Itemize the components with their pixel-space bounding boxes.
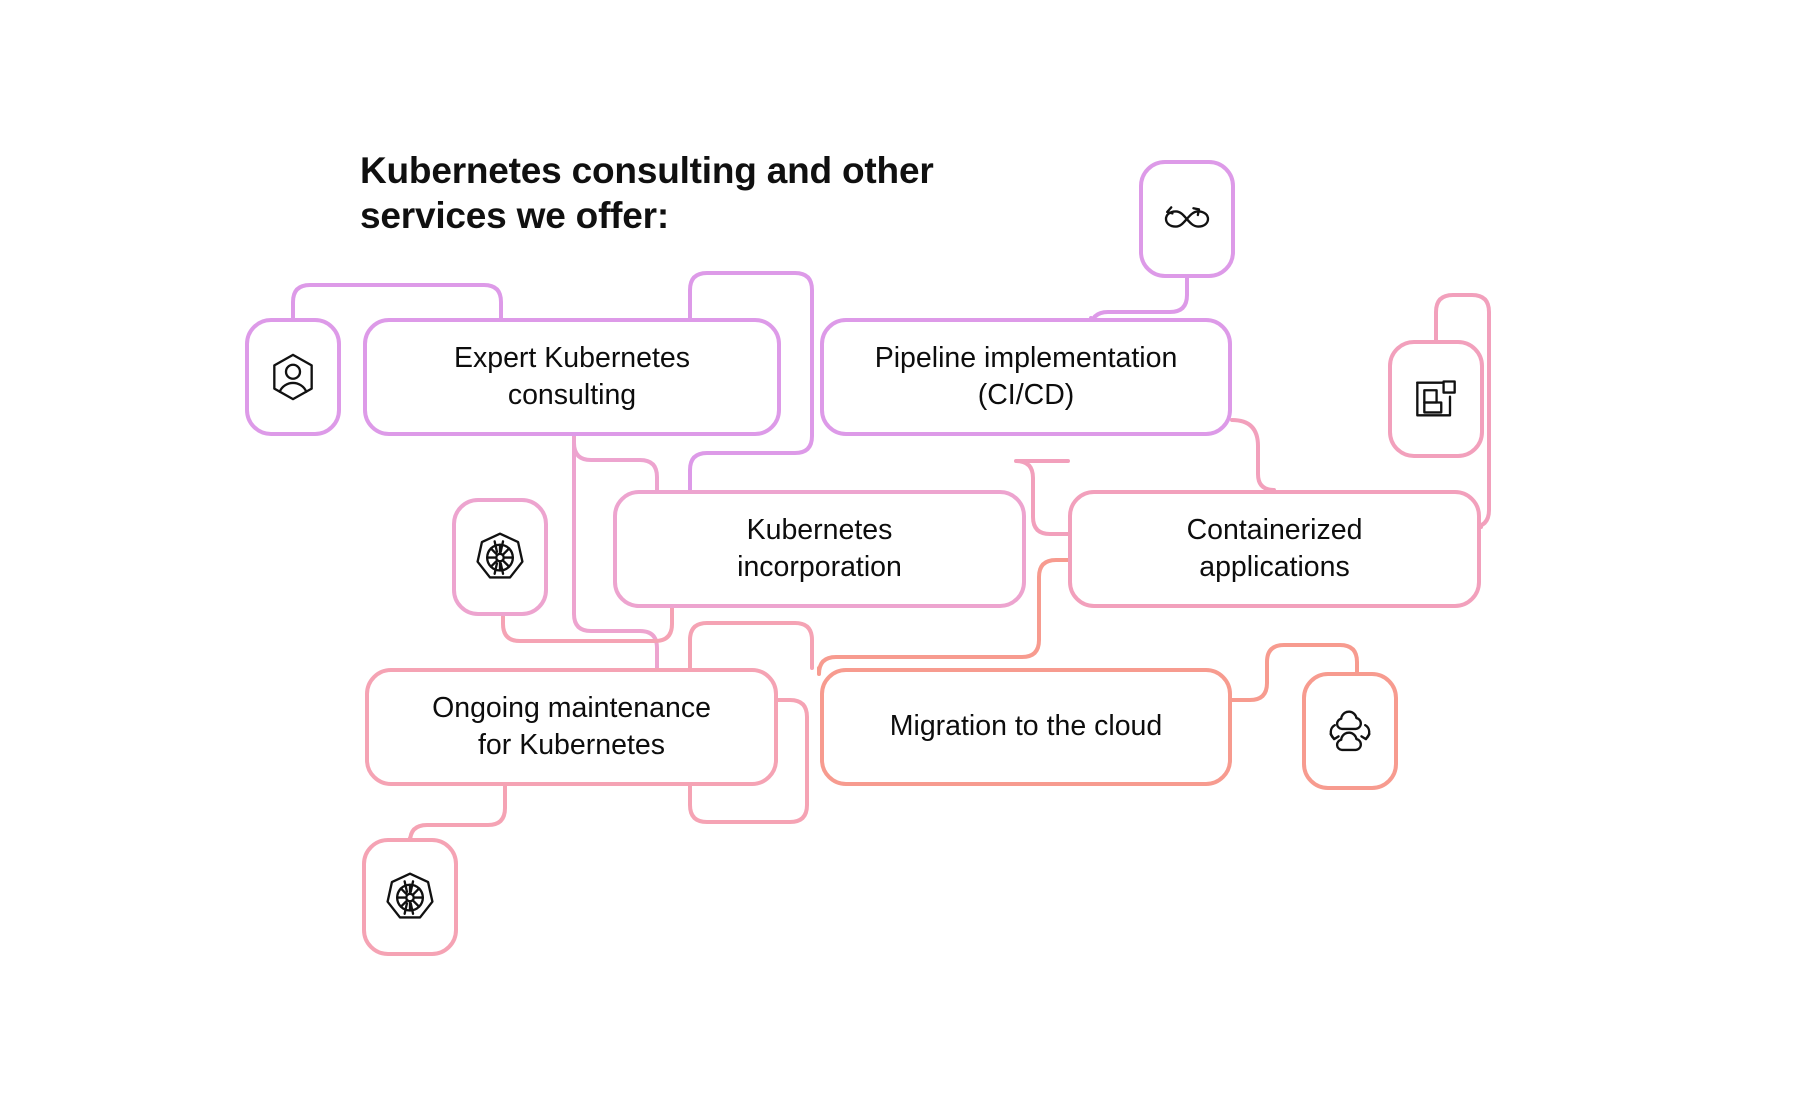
connector-consulting-bottom-to-incorporation bbox=[572, 434, 659, 492]
cloud-migration-icon bbox=[1322, 703, 1378, 759]
service-card-label: Migration to the cloud bbox=[889, 710, 1163, 743]
icon-badge-apps-badge[interactable] bbox=[1388, 340, 1484, 458]
service-card-pipeline-cicd[interactable]: Pipeline implementation (CI/CD) bbox=[820, 318, 1232, 436]
service-card-expert-consulting[interactable]: Expert Kubernetes consulting bbox=[363, 318, 781, 436]
icon-badge-cloud-badge[interactable] bbox=[1302, 672, 1398, 790]
service-card-label: Expert Kubernetes consulting bbox=[453, 341, 691, 411]
service-card-label: Containerized applications bbox=[1186, 513, 1363, 583]
connector-maintenance-to-k8s-badge bbox=[408, 784, 507, 844]
diagram-canvas: Kubernetes consulting and other services… bbox=[0, 0, 1797, 1104]
service-card-containerized-applications[interactable]: Containerized applications bbox=[1068, 490, 1481, 608]
person-hexagon-icon bbox=[265, 349, 321, 405]
kubernetes-wheel-icon bbox=[382, 869, 438, 925]
connector-person-to-consulting bbox=[291, 283, 503, 320]
page-title: Kubernetes consulting and other services… bbox=[360, 150, 934, 237]
service-card-label: Pipeline implementation (CI/CD) bbox=[874, 341, 1178, 411]
service-card-label: Kubernetes incorporation bbox=[737, 513, 902, 583]
icon-badge-person-badge[interactable] bbox=[245, 318, 341, 436]
connector-pipeline-right-to-containerized bbox=[1230, 418, 1276, 492]
service-card-label: Ongoing maintenance for Kubernetes bbox=[432, 691, 711, 761]
app-grid-icon bbox=[1408, 371, 1464, 427]
kubernetes-wheel-icon bbox=[472, 529, 528, 585]
service-card-migration-to-cloud[interactable]: Migration to the cloud bbox=[820, 668, 1232, 786]
service-card-ongoing-maintenance[interactable]: Ongoing maintenance for Kubernetes bbox=[365, 668, 778, 786]
icon-badge-kubernetes-badge-bottom[interactable] bbox=[362, 838, 458, 956]
icon-badge-kubernetes-badge-top[interactable] bbox=[452, 498, 548, 616]
service-card-kubernetes-incorporation[interactable]: Kubernetes incorporation bbox=[613, 490, 1026, 608]
infinity-loop-icon bbox=[1159, 191, 1215, 247]
icon-badge-cicd-badge[interactable] bbox=[1139, 160, 1235, 278]
